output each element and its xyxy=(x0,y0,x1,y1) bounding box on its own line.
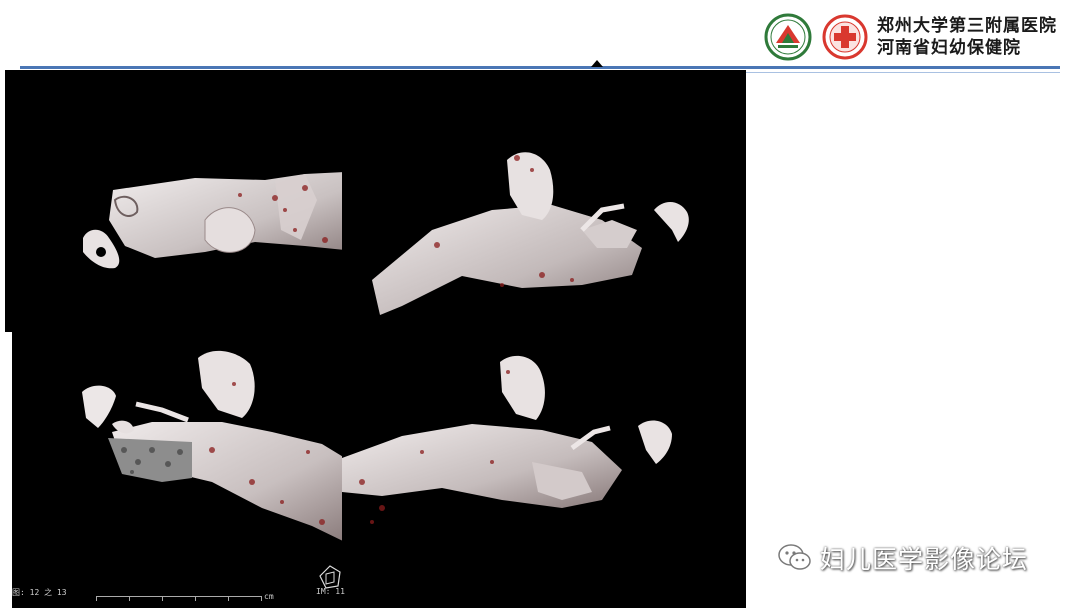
wechat-icon xyxy=(778,544,811,570)
hospital-cross-logo-icon xyxy=(822,14,868,60)
scan-panel-top-right xyxy=(342,70,746,332)
3d-ear-bone-render-icon xyxy=(372,152,689,315)
scan-panel-bottom-right xyxy=(342,332,746,608)
image-index-label: 图: 12 之 13 xyxy=(12,588,67,597)
zhengzhou-university-logo-icon xyxy=(764,13,812,61)
scan-panel-top-left xyxy=(5,70,345,332)
scan-panel-bottom-left xyxy=(12,332,345,608)
hospital-name: 郑州大学第三附属医院 河南省妇幼保健院 xyxy=(877,15,1057,59)
3d-ear-bone-render-icon xyxy=(82,350,345,542)
ruler-unit-label: cm xyxy=(264,592,274,601)
scale-ruler xyxy=(96,596,262,603)
hospital-name-line2: 河南省妇幼保健院 xyxy=(877,38,1021,58)
3d-ear-bone-render-icon xyxy=(342,355,672,524)
orientation-cube-icon xyxy=(319,565,341,589)
notch-marker xyxy=(591,60,603,67)
hospital-name-line1: 郑州大学第三附属医院 xyxy=(877,16,1057,36)
wechat-watermark: 妇儿医学影像论坛 xyxy=(778,540,1028,576)
3d-ear-bone-render-icon xyxy=(83,172,345,269)
watermark-text: 妇儿医学影像论坛 xyxy=(820,545,1029,574)
header-divider xyxy=(20,66,1060,73)
im-label: IM: 11 xyxy=(316,587,345,596)
